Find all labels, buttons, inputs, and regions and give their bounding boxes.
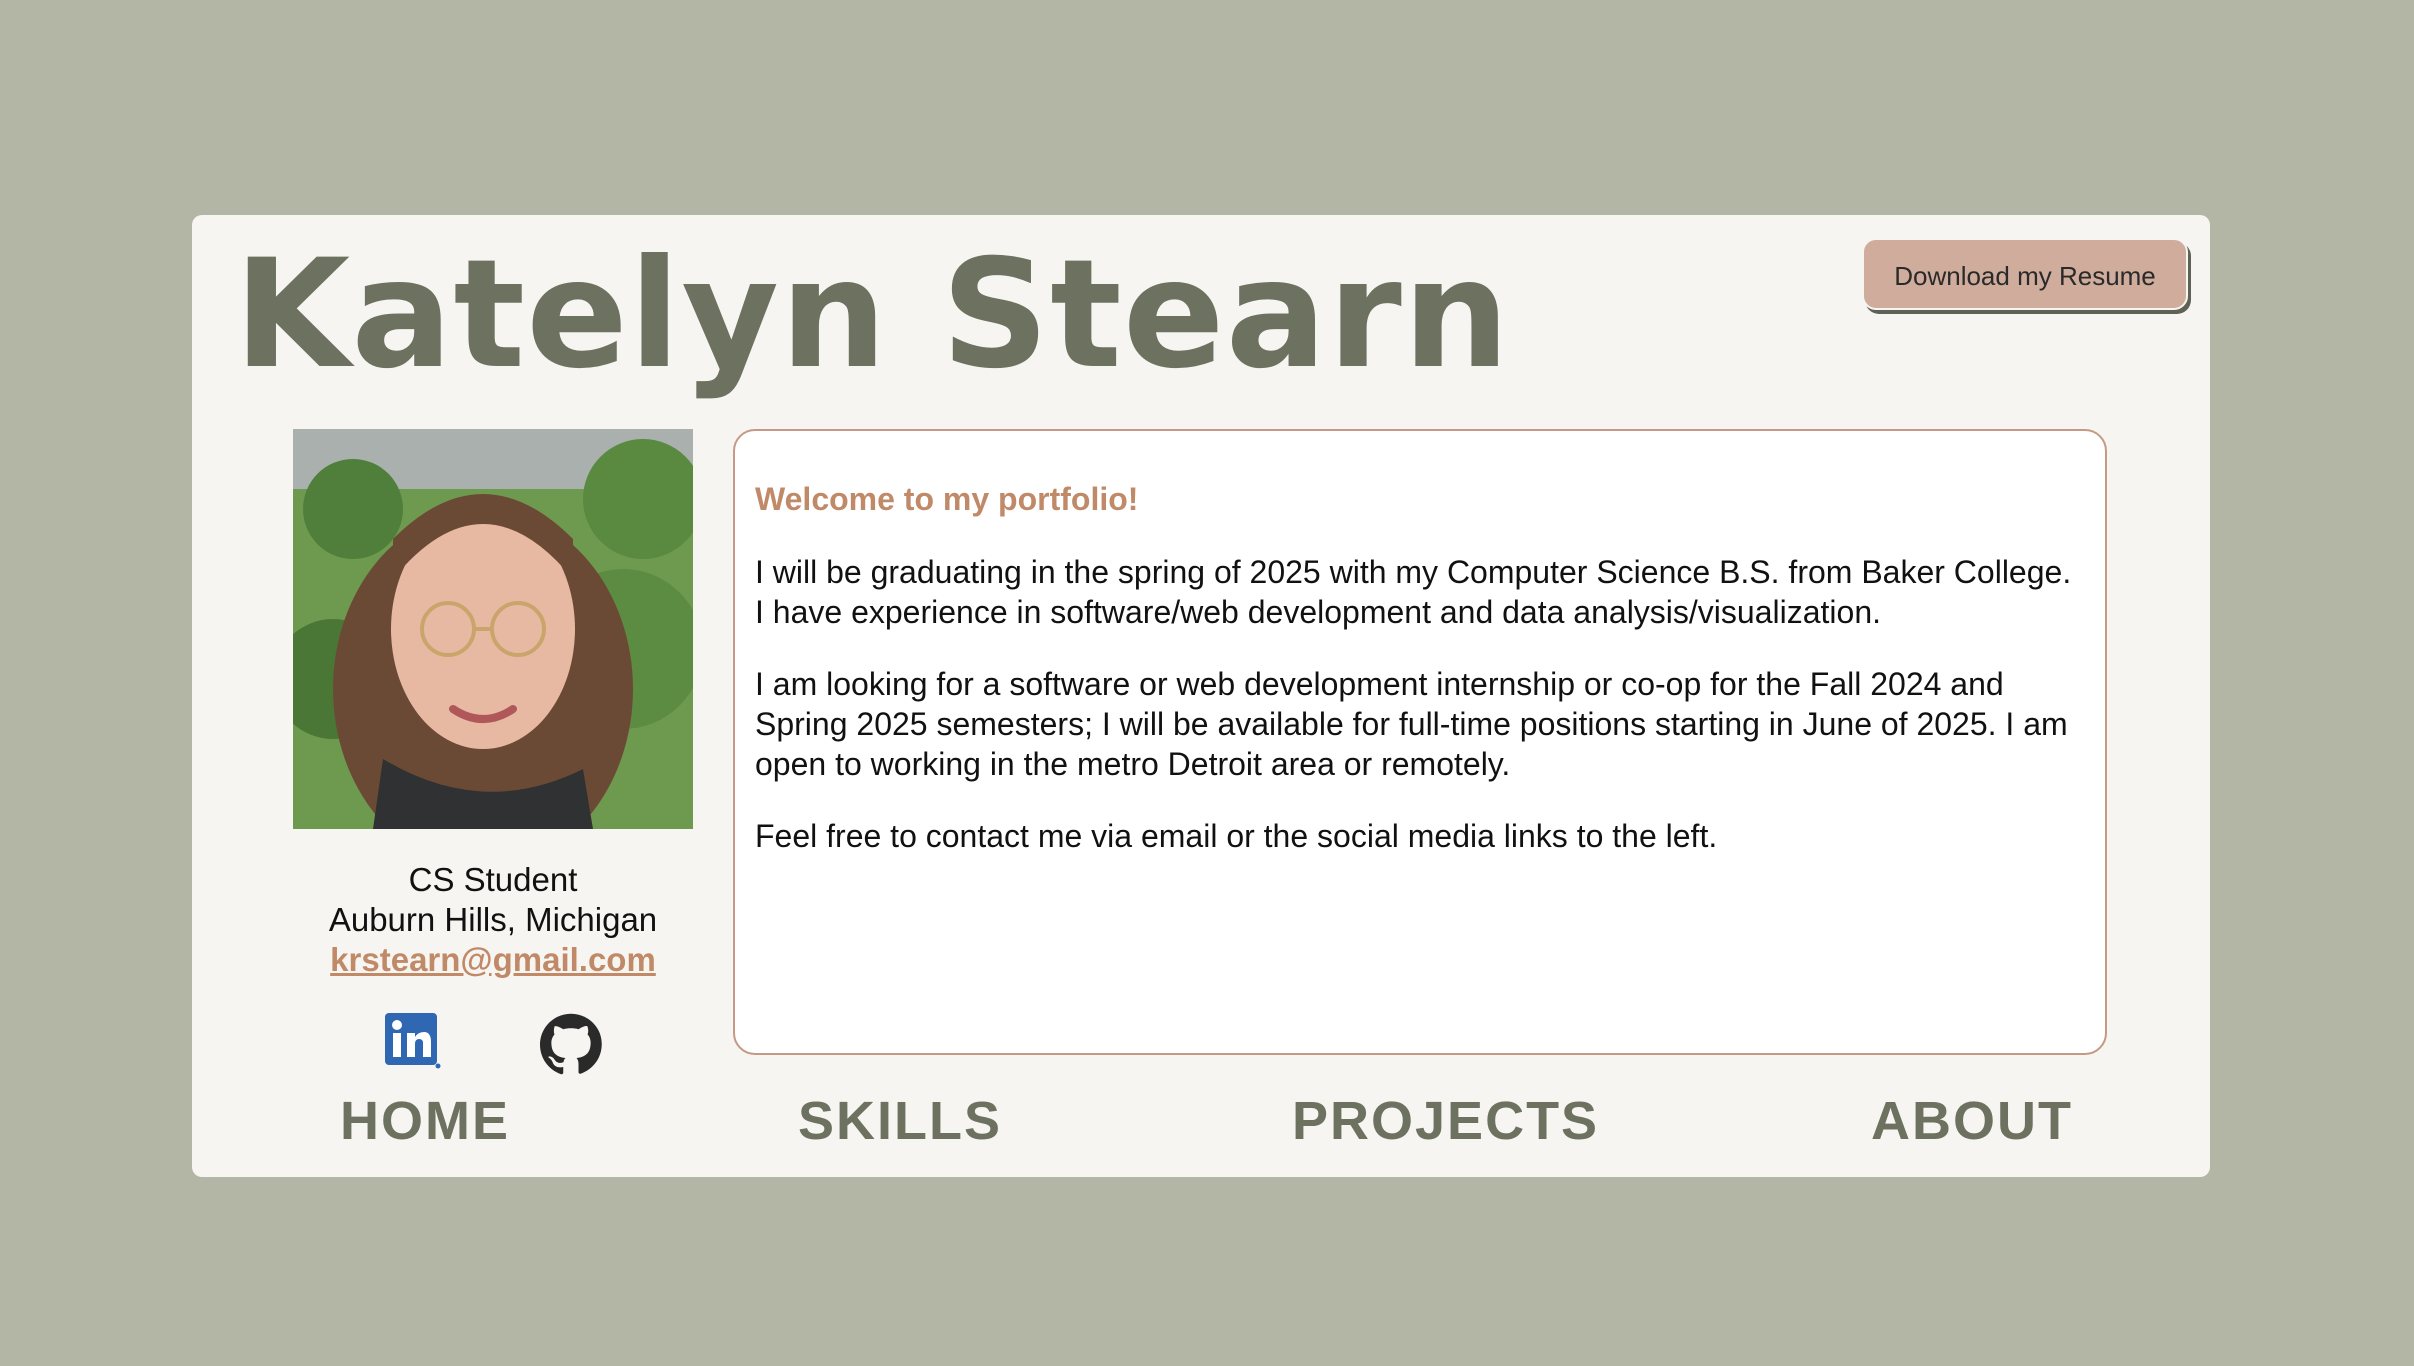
profile-location: Auburn Hills, Michigan <box>328 901 658 938</box>
intro-paragraph: Feel free to contact me via email or the… <box>755 818 1718 854</box>
github-icon[interactable] <box>540 1013 602 1075</box>
nav-projects[interactable]: PROJECTS <box>1292 1090 1599 1152</box>
download-resume-button[interactable]: Download my Resume <box>1862 238 2188 310</box>
nav-skills[interactable]: SKILLS <box>798 1090 1002 1152</box>
email-link[interactable]: krstearn@gmail.com <box>293 940 693 980</box>
intro-panel: Welcome to my portfolio! I will be gradu… <box>733 429 2107 1055</box>
page-title: Katelyn Stearn <box>234 228 1511 402</box>
nav-about[interactable]: ABOUT <box>1871 1090 2073 1152</box>
linkedin-icon[interactable] <box>385 1013 441 1069</box>
profile-role: CS Student <box>408 861 578 898</box>
intro-paragraph: I will be graduating in the spring of 20… <box>755 554 2072 630</box>
intro-paragraph: I am looking for a software or web devel… <box>755 666 2068 782</box>
portfolio-card: Katelyn Stearn Download my Resume CS Stu… <box>192 215 2210 1177</box>
profile-info: CS Student Auburn Hills, Michigan krstea… <box>293 860 693 980</box>
nav-home[interactable]: HOME <box>340 1090 510 1152</box>
welcome-heading: Welcome to my portfolio! <box>755 481 1139 517</box>
main-nav: HOME SKILLS PROJECTS ABOUT <box>192 1090 2210 1160</box>
profile-photo <box>293 429 693 829</box>
